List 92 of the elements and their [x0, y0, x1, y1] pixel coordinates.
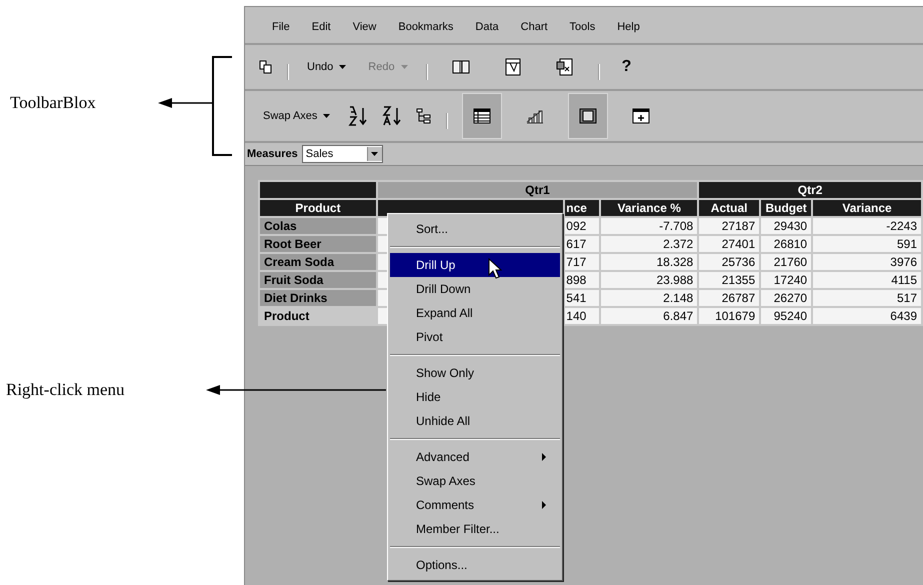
context-menu-item[interactable]: Sort... [390, 217, 560, 241]
column-group-header: Qtr1 [378, 182, 698, 198]
context-menu-item[interactable]: Drill Up [390, 253, 560, 277]
caret-icon [371, 152, 378, 156]
table-cell: 2.372 [601, 236, 698, 252]
table-cell: 25736 [699, 254, 760, 270]
table-cell: 3976 [813, 254, 921, 270]
menu-item[interactable]: Help [606, 21, 651, 33]
context-menu-item[interactable]: Hide [390, 385, 560, 409]
row-label: Root Beer [260, 236, 376, 252]
table-cell: 6439 [813, 308, 921, 324]
table-cell: 140 [565, 308, 600, 324]
context-menu-item[interactable]: Show Only [390, 361, 560, 385]
row-label: Colas [260, 218, 376, 234]
table-cell: 2.148 [601, 290, 698, 306]
context-menu-item[interactable]: Pivot [390, 325, 560, 349]
sort-descending-icon[interactable] [382, 106, 402, 126]
column-header: Budget [761, 200, 812, 216]
submenu-arrow-icon [542, 453, 546, 461]
table-cell: 26810 [761, 236, 812, 252]
column-header: Actual [699, 200, 760, 216]
table-cell: 27187 [699, 218, 760, 234]
table-cell: 27401 [699, 236, 760, 252]
context-menu-item[interactable]: Member Filter... [390, 517, 560, 541]
table-cell: -2243 [813, 218, 921, 234]
table-cell: 4115 [813, 272, 921, 288]
panel-icon [579, 108, 598, 124]
caret-icon [323, 114, 330, 118]
table-cell: 21760 [761, 254, 812, 270]
context-menu-item[interactable]: Unhide All [390, 409, 560, 433]
column-group-header: Qtr2 [699, 182, 921, 198]
table-cell: 092 [565, 218, 600, 234]
context-menu-item[interactable]: Comments [390, 493, 560, 517]
book-icon[interactable] [452, 59, 470, 75]
table-cell: 101679 [699, 308, 760, 324]
menu-item[interactable]: Chart [510, 21, 559, 33]
menu-item[interactable]: Edit [300, 21, 342, 33]
hierarchy-icon[interactable] [416, 108, 432, 124]
table-cell: 26270 [761, 290, 812, 306]
table-cell: 23.988 [601, 272, 698, 288]
table-cell: 95240 [761, 308, 812, 324]
context-menu-item[interactable]: Advanced [390, 445, 560, 469]
table-cell: 617 [565, 236, 600, 252]
bar-chart-icon [526, 108, 544, 124]
context-menu-item[interactable]: Swap Axes [390, 469, 560, 493]
context-menu-item[interactable]: Drill Down [390, 277, 560, 301]
measures-label: Measures [247, 148, 298, 160]
table-cell: 898 [565, 272, 600, 288]
table-cell: 6.847 [601, 308, 698, 324]
help-button[interactable]: ? [614, 58, 640, 76]
caret-icon [400, 65, 408, 69]
document-icon[interactable] [504, 58, 522, 76]
export-icon[interactable] [556, 58, 574, 76]
view-toggle-button[interactable] [568, 93, 608, 139]
column-header: nce [565, 200, 600, 216]
menu-item[interactable]: File [261, 21, 301, 33]
view-toggle-button[interactable] [462, 93, 502, 139]
menu-item[interactable]: Data [464, 21, 510, 33]
row-label: Cream Soda [260, 254, 376, 270]
measures-dropdown[interactable]: Sales [302, 145, 383, 163]
table-cell: 717 [565, 254, 600, 270]
column-header: Variance [813, 200, 921, 216]
insert-panel-icon [632, 108, 650, 124]
table-cell: -7.708 [601, 218, 698, 234]
table-cell: 18.328 [601, 254, 698, 270]
table-cell: 17240 [761, 272, 812, 288]
mouse-pointer-icon [488, 258, 502, 280]
column-header: Variance % [601, 200, 698, 216]
table-cell: 591 [813, 236, 921, 252]
menu-item[interactable]: View [342, 21, 388, 33]
swap-axes-button[interactable]: Swap Axes [259, 108, 334, 124]
row-header: Product [260, 200, 376, 216]
table-icon [473, 108, 492, 124]
table-cell: 517 [813, 290, 921, 306]
table-cell: 29430 [761, 218, 812, 234]
undo-button[interactable]: Undo [303, 59, 350, 75]
submenu-arrow-icon [542, 501, 546, 509]
table-cell: 21355 [699, 272, 760, 288]
menu-item[interactable]: Tools [558, 21, 606, 33]
callout-label: Right-click menu [6, 380, 125, 400]
row-label: Fruit Soda [260, 272, 376, 288]
caret-icon [339, 65, 346, 69]
context-menu-item[interactable]: Expand All [390, 301, 560, 325]
context-menu-item[interactable]: Options... [390, 553, 560, 577]
callout-label: ToolbarBlox [10, 93, 96, 113]
menu-item[interactable]: Bookmarks [387, 21, 464, 33]
row-label: Diet Drinks [260, 290, 376, 306]
leader-line [158, 98, 213, 108]
table-cell: 541 [565, 290, 600, 306]
table-cell: 26787 [699, 290, 760, 306]
sort-ascending-icon[interactable] [348, 106, 368, 126]
copy-icon[interactable] [259, 60, 273, 74]
